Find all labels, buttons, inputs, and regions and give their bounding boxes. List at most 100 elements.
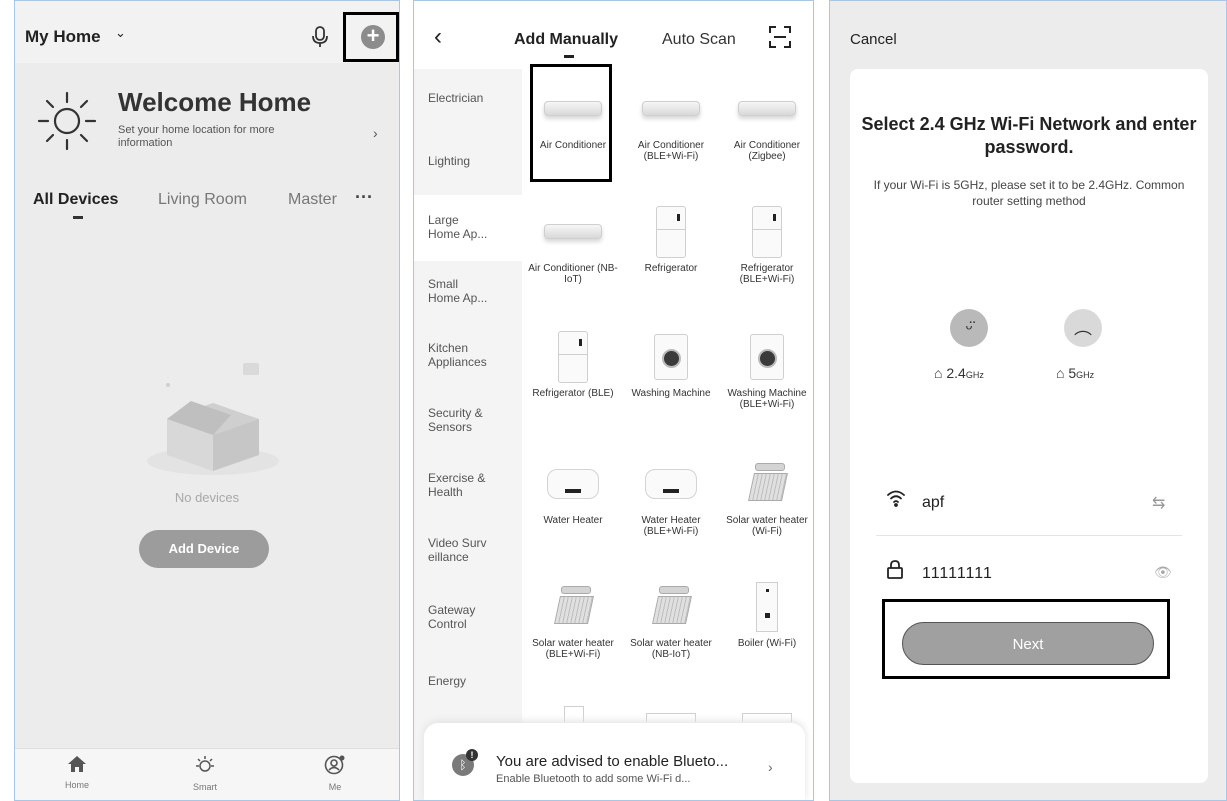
smart-sun-icon bbox=[196, 756, 214, 772]
device-tile[interactable]: Air Conditioner (Zigbee) bbox=[720, 81, 813, 162]
nav-home-label: Home bbox=[64, 780, 89, 790]
wifi-password-field[interactable]: 11111111 bbox=[922, 565, 993, 583]
category-video-surveillance[interactable]: Video Surv eillance bbox=[428, 536, 490, 564]
welcome-title: Welcome Home bbox=[118, 87, 312, 117]
nav-me-label: Me bbox=[328, 782, 342, 792]
welcome-subtitle[interactable]: Set your home location for more informat… bbox=[118, 124, 328, 150]
partial-device-icon bbox=[742, 713, 792, 722]
field-divider bbox=[876, 535, 1182, 536]
category-security-sensors[interactable]: Security & Sensors bbox=[428, 406, 492, 434]
wifi-setup-screen: Cancel Select 2.4 GHz Wi-Fi Network and … bbox=[829, 0, 1227, 801]
category-gateway-control[interactable]: Gateway Control bbox=[428, 603, 490, 631]
device-name: Water Heater bbox=[543, 515, 603, 526]
category-small-home-appliances[interactable]: Small Home Ap... bbox=[428, 277, 492, 305]
category-energy[interactable]: Energy bbox=[428, 674, 518, 688]
sun-icon bbox=[35, 89, 99, 158]
water-heater-icon bbox=[645, 468, 697, 499]
tab-all-devices[interactable]: All Devices bbox=[33, 191, 118, 209]
device-name: Water Heater (BLE+Wi-Fi) bbox=[641, 515, 701, 537]
washing-machine-icon bbox=[654, 333, 688, 380]
chevron-right-icon[interactable]: › bbox=[768, 759, 773, 775]
tab-master[interactable]: Master bbox=[288, 191, 337, 209]
device-tile[interactable]: Refrigerator (BLE) bbox=[526, 329, 620, 399]
solar-water-heater-icon bbox=[649, 585, 693, 628]
scan-icon[interactable] bbox=[769, 26, 791, 53]
microphone-icon[interactable] bbox=[311, 26, 329, 53]
device-name: Air Conditioner (NB-IoT) bbox=[528, 263, 618, 285]
device-name: Refrigerator (BLE+Wi-Fi) bbox=[739, 263, 795, 285]
cancel-button[interactable]: Cancel bbox=[850, 31, 897, 48]
device-name: Solar water heater (Wi-Fi) bbox=[726, 515, 808, 537]
home-screen: My Home ⌄ + Welcome Home Set your home l… bbox=[14, 0, 400, 801]
eye-icon[interactable]: 👁 bbox=[1154, 564, 1172, 581]
category-kitchen-appliances[interactable]: Kitchen Appliances bbox=[428, 341, 498, 369]
category-large-home-appliances[interactable]: Large Home Ap... bbox=[428, 213, 492, 241]
band-5ghz: ⌂ 5GHz bbox=[1056, 365, 1094, 381]
band-value: 2.4 bbox=[946, 365, 966, 381]
back-icon[interactable]: ‹ bbox=[434, 23, 442, 51]
highlight-box bbox=[530, 64, 612, 182]
device-name: Washing Machine bbox=[631, 388, 711, 399]
switch-network-icon[interactable]: ⇆ bbox=[1152, 493, 1165, 513]
device-name: Air Conditioner (BLE+Wi-Fi) bbox=[637, 140, 705, 162]
lock-icon bbox=[886, 559, 904, 584]
device-tile[interactable]: Boiler (Wi-Fi) bbox=[720, 579, 813, 649]
device-tile[interactable]: Air Conditioner (NB-IoT) bbox=[526, 204, 620, 285]
device-tile[interactable]: Washing Machine (BLE+Wi-Fi) bbox=[720, 329, 813, 410]
tab-add-manually[interactable]: Add Manually bbox=[514, 31, 618, 49]
category-sidebar: Electrician Lighting Large Home Ap... Sm… bbox=[414, 69, 522, 800]
add-device-button[interactable]: Add Device bbox=[139, 530, 269, 568]
device-name: Washing Machine (BLE+Wi-Fi) bbox=[727, 388, 807, 410]
nav-me[interactable]: Me bbox=[305, 755, 365, 792]
device-name: Refrigerator (BLE) bbox=[532, 388, 614, 399]
highlight-box bbox=[882, 599, 1170, 679]
solar-water-heater-icon bbox=[745, 462, 789, 505]
device-tile[interactable]: Refrigerator (BLE+Wi-Fi) bbox=[720, 204, 813, 285]
chevron-down-icon[interactable]: ⌄ bbox=[115, 25, 126, 41]
nav-home[interactable]: Home bbox=[47, 755, 107, 790]
tab-living-room[interactable]: Living Room bbox=[158, 191, 247, 209]
device-tile[interactable]: Washing Machine bbox=[624, 329, 718, 399]
category-exercise-health[interactable]: Exercise & Health bbox=[428, 471, 492, 499]
sad-face-icon: ︵ bbox=[1064, 309, 1102, 347]
device-tile[interactable]: Water Heater bbox=[526, 456, 620, 526]
tab-indicator bbox=[73, 216, 83, 219]
wifi-description[interactable]: If your Wi-Fi is 5GHz, please set it to … bbox=[870, 177, 1188, 209]
router-icon: ⌂ bbox=[1056, 365, 1065, 381]
refrigerator-icon bbox=[752, 205, 782, 258]
device-name: Air Conditioner (Zigbee) bbox=[733, 140, 801, 162]
water-heater-icon bbox=[547, 468, 599, 499]
tab-indicator bbox=[564, 55, 574, 58]
chevron-right-icon[interactable]: › bbox=[373, 125, 378, 141]
home-selector[interactable]: My Home bbox=[25, 27, 101, 47]
bluetooth-banner[interactable]: ᛒ ! You are advised to enable Blueto... … bbox=[424, 723, 805, 800]
device-tile[interactable]: Solar water heater (BLE+Wi-Fi) bbox=[526, 579, 620, 660]
wifi-ssid-field[interactable]: apf bbox=[922, 494, 944, 512]
profile-icon bbox=[324, 755, 345, 775]
device-tile[interactable]: Solar water heater (NB-IoT) bbox=[624, 579, 718, 660]
device-tile[interactable]: Refrigerator bbox=[624, 204, 718, 274]
empty-state-text: No devices bbox=[174, 490, 240, 505]
category-electrician[interactable]: Electrician bbox=[428, 91, 518, 105]
band-unit: GHz bbox=[965, 370, 984, 380]
partial-device-icon bbox=[564, 706, 584, 722]
device-name: Solar water heater (BLE+Wi-Fi) bbox=[532, 638, 614, 660]
device-name: Boiler (Wi-Fi) bbox=[737, 638, 797, 649]
device-tile[interactable]: Water Heater (BLE+Wi-Fi) bbox=[624, 456, 718, 537]
router-icon: ⌂ bbox=[934, 365, 943, 381]
add-device-screen: ‹ Add Manually Auto Scan Electrician Lig… bbox=[413, 0, 814, 801]
solar-water-heater-icon bbox=[551, 585, 595, 628]
tab-auto-scan[interactable]: Auto Scan bbox=[662, 31, 736, 49]
air-conditioner-icon bbox=[642, 101, 700, 116]
band-value: 5 bbox=[1068, 365, 1077, 381]
device-tile[interactable]: Air Conditioner (BLE+Wi-Fi) bbox=[624, 81, 718, 162]
category-lighting[interactable]: Lighting bbox=[428, 154, 518, 168]
partial-device-icon bbox=[646, 713, 696, 722]
more-icon[interactable]: ··· bbox=[355, 187, 373, 208]
nav-smart[interactable]: Smart bbox=[175, 755, 235, 792]
device-tile[interactable]: Solar water heater (Wi-Fi) bbox=[720, 456, 813, 537]
band-unit: GHz bbox=[1076, 370, 1095, 380]
washing-machine-icon bbox=[750, 333, 784, 380]
band-2-4ghz: ⌂ 2.4GHz bbox=[934, 365, 984, 381]
home-icon bbox=[68, 756, 86, 772]
